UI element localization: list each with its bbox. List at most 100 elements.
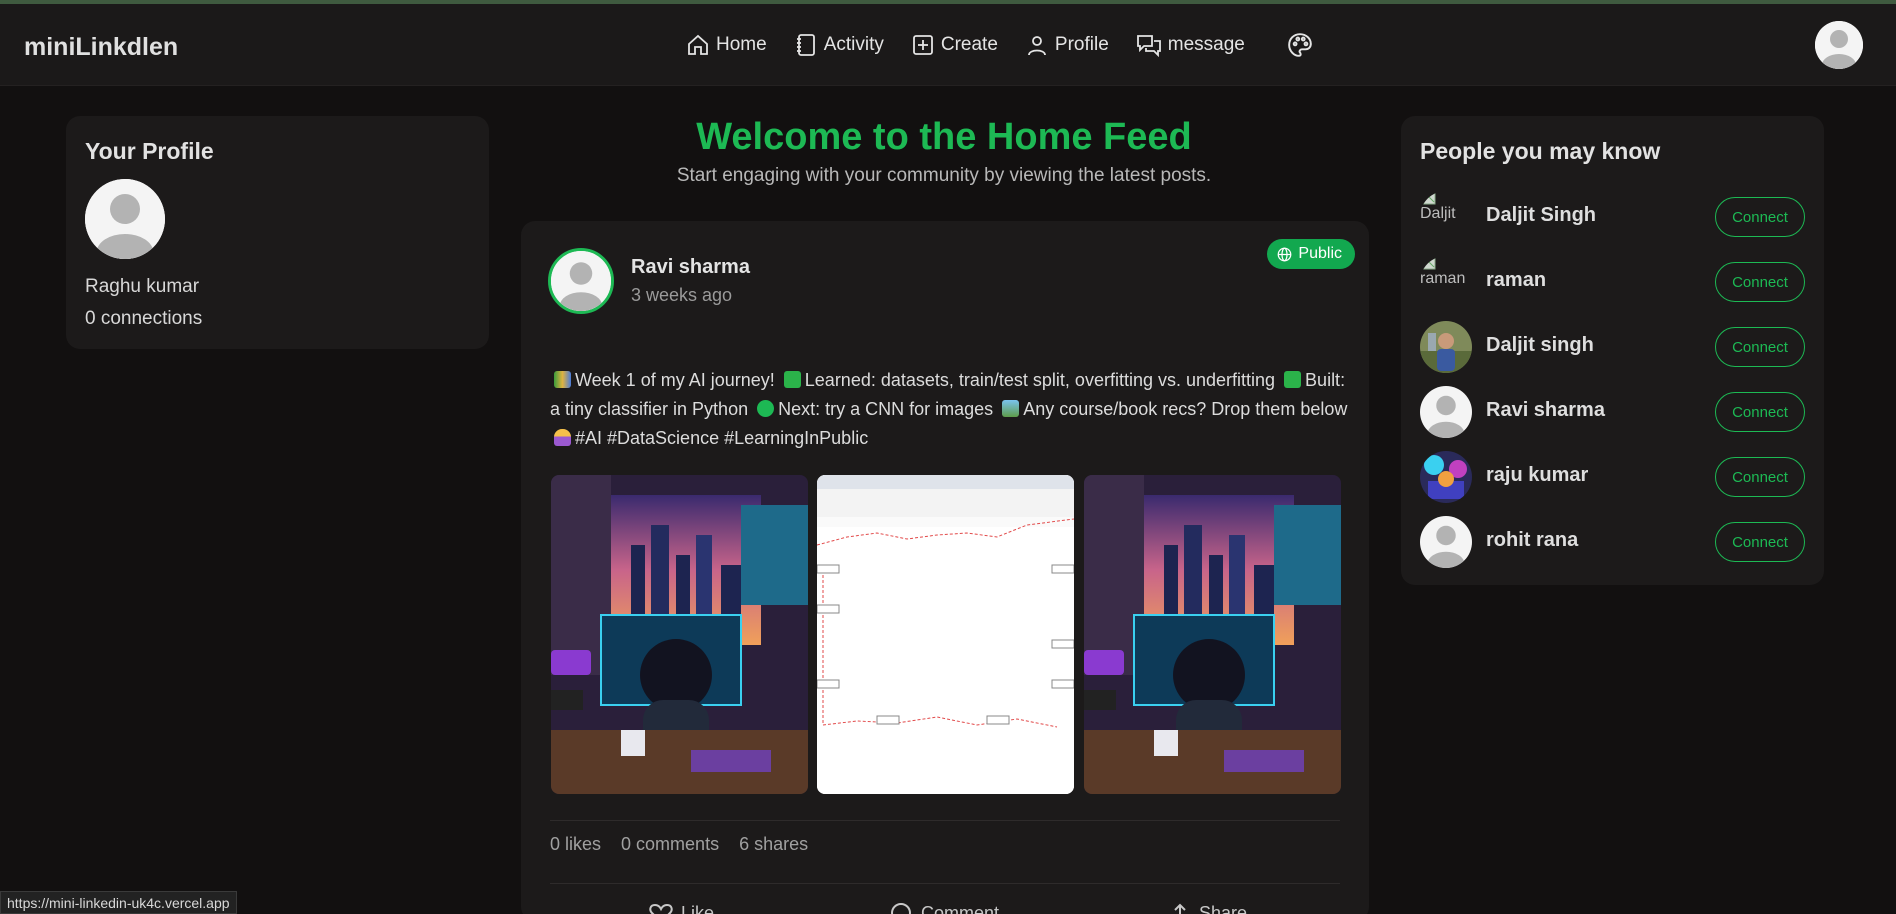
connect-button[interactable]: Connect [1715,197,1805,237]
post-author-name[interactable]: Ravi sharma [631,256,750,279]
like-button[interactable]: Like [649,902,714,914]
nav-activity[interactable]: Activity [794,33,884,57]
visibility-badge: Public [1267,239,1355,269]
comment-button[interactable]: Comment [889,902,999,914]
post-timestamp: 3 weeks ago [631,285,733,305]
person-avatar[interactable] [1420,386,1472,438]
connect-button[interactable]: Connect [1715,457,1805,497]
post-author-avatar[interactable] [548,248,614,314]
comment-icon [891,903,911,914]
screenshot-diagram-image [817,475,1074,794]
heart-icon [649,903,673,914]
avatar-alt-text: raman [1420,270,1466,287]
status-bar-url: https://mini-linkedin-uk4c.vercel.app [0,891,237,914]
post-body: Week 1 of my AI journey! Learned: datase… [550,366,1350,453]
nav-create-label: Create [940,34,998,55]
nav-profile[interactable]: Profile [1025,33,1109,57]
avatar-alt-text: Daljit [1420,205,1456,222]
profile-connections: 0 connections [85,308,203,329]
profile-name: Raghu kumar [85,276,200,297]
post-image[interactable] [551,475,808,794]
post-divider [550,883,1340,884]
theme-toggle[interactable] [1287,32,1319,58]
person-name[interactable]: Ravi sharma [1486,399,1605,422]
person-item: raju kumar Connect [1420,451,1805,503]
post-image[interactable] [1084,475,1341,794]
post-text-part: Week 1 of my AI journey! [575,370,775,390]
connect-button[interactable]: Connect [1715,522,1805,562]
user-avatar-button[interactable] [1815,21,1863,69]
person-name[interactable]: rohit rana [1486,529,1578,552]
nav-home[interactable]: Home [686,33,767,57]
person-item: Daljit singh Connect [1420,321,1805,373]
share-label: Share [1199,902,1248,914]
nav-create[interactable]: Create [911,33,998,57]
person-avatar[interactable]: raman [1420,256,1472,308]
brand-logo[interactable]: miniLinkdlen [24,33,178,62]
person-name[interactable]: raju kumar [1486,464,1588,487]
palette-icon [1288,33,1312,57]
comment-label: Comment [921,902,1000,914]
post-text-part: Built: [1305,370,1346,390]
picture-emoji-icon [1002,400,1020,417]
ai-workspace-image [1084,475,1341,794]
person-avatar[interactable] [1420,321,1472,373]
user-icon [1028,36,1046,56]
plus-square-icon [912,35,933,55]
nav-profile-label: Profile [1054,34,1109,55]
nav-message[interactable]: message [1136,33,1245,57]
profile-card-title: Your Profile [85,138,214,164]
people-suggestions-card: People you may know Daljit Daljit Singh … [1401,116,1824,585]
page-subtitle: Start engaging with your community by vi… [676,165,1212,186]
person-avatar[interactable] [1420,516,1472,568]
user-avatar-icon [1815,21,1863,69]
globe-icon [1278,247,1292,261]
person-name[interactable]: raman [1486,269,1546,292]
nav-links: Home Activity Create Profile message [686,32,1319,58]
share-button[interactable]: Share [1169,902,1247,914]
post-text-part: a tiny classifier in Python [550,399,749,419]
person-avatar[interactable]: Daljit [1420,191,1472,243]
person-avatar[interactable] [1420,451,1472,503]
shares-count: 6 shares [739,834,809,854]
default-user-icon [85,179,165,259]
connect-button[interactable]: Connect [1715,262,1805,302]
person-item: rohit rana Connect [1420,516,1805,568]
default-user-icon [1420,386,1472,438]
person-name[interactable]: Daljit singh [1486,334,1594,357]
person-item: raman raman Connect [1420,256,1805,308]
post-card: Ravi sharma 3 weeks ago Public Week 1 of… [521,221,1369,914]
profile-card: Your Profile Raghu kumar 0 connections [66,116,489,349]
check-emoji-icon [1284,371,1302,388]
connect-button[interactable]: Connect [1715,327,1805,367]
person-item: Daljit Daljit Singh Connect [1420,191,1805,243]
next-emoji-icon [757,400,775,417]
profile-avatar[interactable] [85,179,165,259]
post-divider [550,820,1340,821]
like-label: Like [681,902,715,914]
broken-image-icon [1422,256,1436,270]
notebook-icon [796,34,815,56]
page-title: Welcome to the Home Feed [696,116,1192,158]
share-icon [1174,903,1186,914]
post-hashtags: #AI #DataScience #LearningInPublic [575,428,869,448]
post-image[interactable] [817,475,1074,794]
chat-icon [1136,35,1161,57]
connect-button[interactable]: Connect [1715,392,1805,432]
likes-count: 0 likes [550,834,602,854]
post-text-part: Any course/book recs? Drop them below [1023,399,1348,419]
people-card-title: People you may know [1420,138,1661,164]
default-user-icon [1420,516,1472,568]
books-emoji-icon [554,371,571,388]
photo-avatar-icon [1420,451,1472,503]
default-user-icon [551,251,611,311]
nav-activity-label: Activity [823,34,884,55]
photo-avatar-icon [1420,321,1472,373]
comments-count[interactable]: 0 comments [621,834,719,855]
person-name[interactable]: Daljit Singh [1486,204,1596,227]
nav-message-label: message [1167,34,1245,55]
broken-image-icon [1422,191,1436,205]
visibility-label: Public [1298,245,1342,262]
person-bowing-emoji-icon [554,429,571,446]
nav-home-label: Home [716,34,767,55]
